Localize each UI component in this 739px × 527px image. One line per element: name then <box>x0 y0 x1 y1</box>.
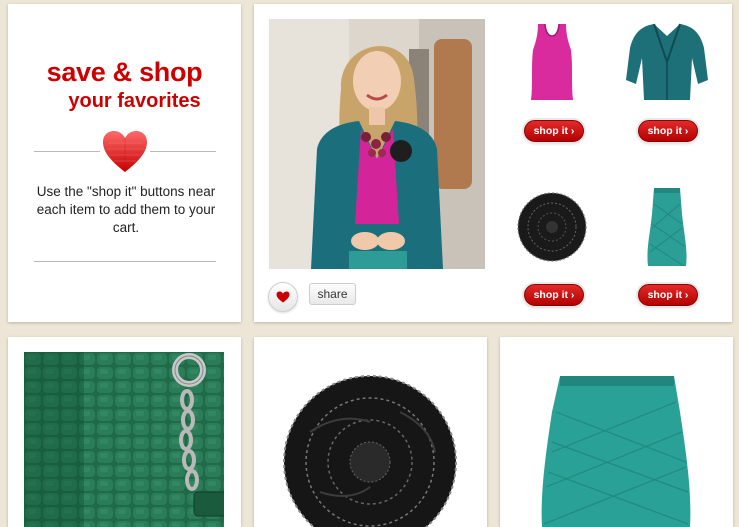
green-bag-image[interactable] <box>24 352 224 527</box>
teal-blazer-image[interactable] <box>624 18 710 104</box>
product-card: share shop it › shop it › shop it › shop… <box>254 4 732 322</box>
black-flower-card[interactable] <box>254 337 487 527</box>
divider-bottom <box>34 261 216 262</box>
model-photo[interactable] <box>269 19 485 269</box>
intro-description: Use the "shop it" buttons near each item… <box>36 184 216 235</box>
teal-skirt-image[interactable] <box>516 352 716 527</box>
intro-card: save & shop your favorites Use the "shop… <box>8 4 241 322</box>
black-flower-image[interactable] <box>270 352 470 527</box>
heart-icon <box>102 130 148 174</box>
black-flower-brooch-image[interactable] <box>509 184 595 270</box>
heart-icon <box>276 291 290 303</box>
green-bag-card[interactable] <box>8 337 241 527</box>
shop-it-button[interactable]: shop it › <box>524 284 584 306</box>
share-button[interactable]: share <box>309 283 356 305</box>
divider-left <box>34 151 100 152</box>
shop-it-button[interactable]: shop it › <box>638 120 698 142</box>
teal-lace-skirt-image[interactable] <box>624 184 710 270</box>
divider-right <box>150 151 216 152</box>
favorite-button[interactable] <box>268 282 298 312</box>
intro-subtitle: your favorites <box>68 90 201 112</box>
teal-skirt-card[interactable] <box>500 337 733 527</box>
shop-it-button[interactable]: shop it › <box>638 284 698 306</box>
intro-title: save & shop <box>46 57 203 87</box>
pink-tank-top-image[interactable] <box>509 18 595 104</box>
shop-it-button[interactable]: shop it › <box>524 120 584 142</box>
